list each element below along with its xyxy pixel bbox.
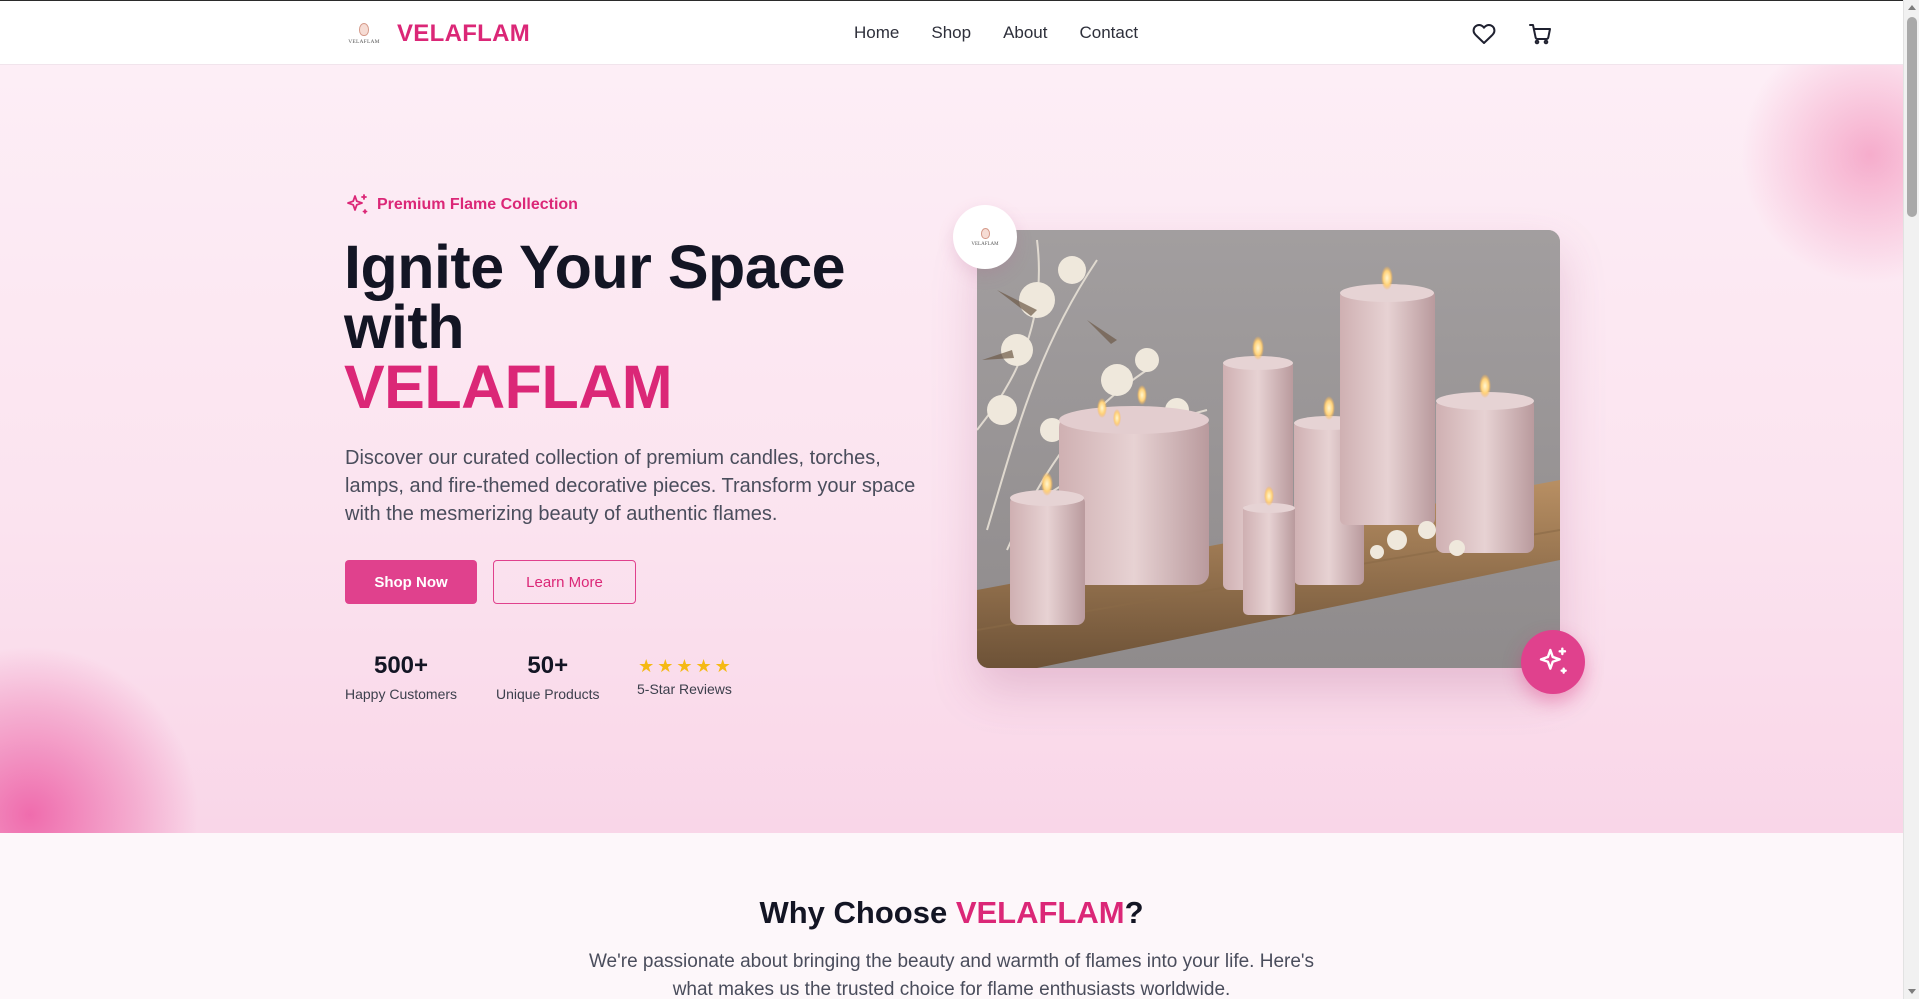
hero-candles-image [977, 230, 1560, 668]
section-title: Why Choose VELAFLAM? [759, 895, 1144, 930]
shop-now-button[interactable]: Shop Now [345, 560, 477, 604]
scrollbar-thumb[interactable] [1907, 17, 1917, 217]
hero-description: Discover our curated collection of premi… [345, 447, 916, 525]
nav-about[interactable]: About [1003, 23, 1047, 43]
star-icon: ★ [695, 656, 712, 676]
star-icon: ★ [638, 656, 655, 676]
stat-products: 50+ Unique Products [496, 652, 600, 702]
logo-icon: VELAFLAM [345, 15, 383, 53]
decorative-blob [0, 645, 200, 833]
stat-customers: 500+ Happy Customers [345, 652, 458, 702]
learn-more-button[interactable]: Learn More [493, 560, 636, 604]
nav-contact[interactable]: Contact [1080, 23, 1139, 43]
sparkle-icon [1539, 647, 1567, 674]
sparkle-icon [347, 194, 368, 214]
hero-title-brand: VELAFLAM [344, 353, 673, 421]
heart-icon[interactable] [1470, 20, 1498, 48]
hero-section: Premium Flame Collection Ignite Your Spa… [0, 65, 1903, 833]
scroll-up-arrow[interactable] [1908, 5, 1916, 10]
stat-reviews: ★ ★ ★ ★ ★ 5-Star Reviews [637, 656, 732, 697]
header-actions [1470, 20, 1554, 48]
star-rating: ★ ★ ★ ★ ★ [637, 657, 732, 675]
brand-logo-link[interactable]: VELAFLAM VELAFLAM [345, 15, 530, 53]
star-icon: ★ [676, 656, 693, 676]
sparkle-fab-button[interactable] [1521, 630, 1585, 694]
nav-home[interactable]: Home [854, 23, 899, 43]
why-choose-section: Why Choose VELAFLAM? We're passionate ab… [0, 833, 1903, 999]
image-logo-badge: VELAFLAM [953, 205, 1017, 269]
collection-badge: Premium Flame Collection [345, 193, 578, 217]
page-scrollbar[interactable] [1903, 0, 1919, 999]
hero-title: Ignite Your Space with VELAFLAM [344, 237, 904, 421]
cart-icon[interactable] [1526, 20, 1554, 48]
site-header: VELAFLAM VELAFLAM Home Shop About Contac… [0, 0, 1903, 65]
star-icon: ★ [714, 656, 731, 676]
section-description: We're passionate about bringing the beau… [588, 951, 1315, 999]
nav-shop[interactable]: Shop [931, 23, 971, 43]
scroll-down-arrow[interactable] [1908, 989, 1916, 994]
decorative-blob [1740, 65, 1903, 285]
star-icon: ★ [657, 656, 674, 676]
main-nav: Home Shop About Contact [854, 23, 1138, 43]
badge-label: Premium Flame Collection [377, 196, 578, 213]
brand-name[interactable]: VELAFLAM [397, 20, 530, 48]
